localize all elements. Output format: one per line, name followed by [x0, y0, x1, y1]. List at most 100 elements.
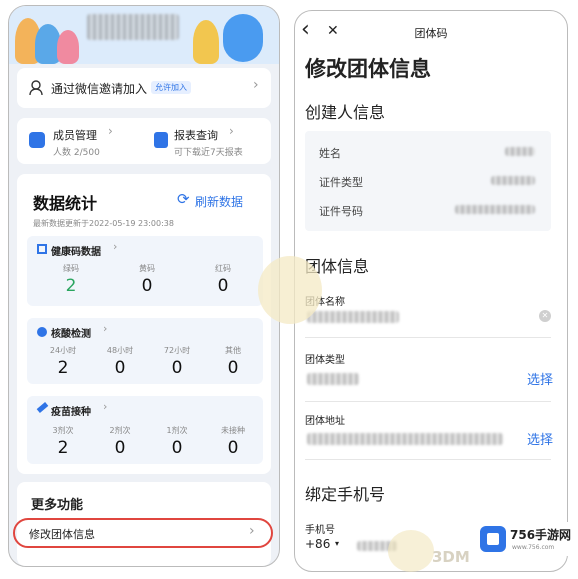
nav-title: 团体码	[414, 27, 448, 40]
nucleic-test-panel[interactable]: 核酸检测 › 24小时 2 48小时 0 72小时 0 其他 0	[27, 318, 263, 384]
edit-group-info-item[interactable]: 修改团体信息 ›	[13, 518, 273, 548]
health-code-title: 健康码数据	[51, 247, 101, 258]
refresh-data-button[interactable]: ⟳ 刷新数据	[177, 190, 263, 210]
divider	[305, 401, 551, 402]
brand-watermark: 756手游网 www.756.com	[476, 522, 576, 556]
chevron-right-icon: ›	[103, 322, 108, 335]
illustration-person-4	[193, 20, 219, 64]
syringe-icon	[36, 402, 49, 413]
phone-section-title: 绑定手机号	[305, 485, 386, 504]
stat-value: 0	[227, 358, 239, 378]
creator-id-number-label: 证件号码	[319, 205, 363, 218]
mascot-robot-icon	[223, 14, 263, 62]
team-banner	[9, 6, 279, 64]
stat-label: 未接种	[221, 426, 245, 435]
member-management-button[interactable]: 成员管理 › 人数 2/500	[17, 118, 142, 164]
stat-value: 2	[57, 358, 69, 378]
stat-label: 2剂次	[109, 426, 131, 435]
blurred-name-value	[505, 147, 535, 156]
chevron-right-icon: ›	[249, 523, 255, 539]
page-title: 修改团体信息	[305, 57, 431, 81]
group-name-input[interactable]	[307, 311, 399, 323]
data-statistics-card: 数据统计 ⟳ 刷新数据 最新数据更新于2022-05-19 23:00:38 健…	[17, 174, 271, 474]
stat-value: 0	[171, 438, 183, 458]
stat-value: 0	[114, 438, 126, 458]
stat-label: 1剂次	[166, 426, 188, 435]
stat-value: 2	[57, 438, 69, 458]
person-icon	[29, 80, 43, 96]
refresh-label: 刷新数据	[195, 195, 244, 209]
overlay-text: 3DM	[432, 548, 470, 566]
report-query-button[interactable]: 报表查询 › 可下载近7天报表	[144, 118, 271, 164]
member-management-title: 成员管理	[53, 129, 97, 142]
stats-title: 数据统计	[33, 194, 98, 213]
caret-down-icon: ▾	[335, 539, 340, 548]
chevron-right-icon: ›	[108, 124, 113, 138]
creator-section-title: 创建人信息	[305, 103, 386, 122]
creator-name-label: 姓名	[319, 147, 341, 160]
group-type-select-button[interactable]: 选择	[527, 369, 553, 388]
blurred-id-number-value	[455, 205, 535, 214]
country-code-value: +86	[305, 537, 331, 551]
right-phone-screen: ‹ ✕ 团体码 修改团体信息 创建人信息 姓名 证件类型 证件号码 团体信息 团…	[294, 10, 568, 572]
report-query-title: 报表查询	[174, 129, 218, 142]
blurred-id-type-value	[491, 176, 535, 185]
refresh-icon: ⟳	[177, 190, 190, 208]
group-type-value	[307, 373, 359, 385]
stat-value: 0	[171, 358, 183, 378]
stat-label: 其他	[225, 346, 241, 355]
stat-label: 3剂次	[52, 426, 74, 435]
management-card: 成员管理 › 人数 2/500 报表查询 › 可下载近7天报表	[17, 118, 271, 164]
stat-value: 0	[217, 276, 229, 296]
more-features-card: 更多功能 修改团体信息 ›	[13, 482, 273, 566]
mascot-watermark-icon	[388, 530, 434, 572]
divider	[305, 337, 551, 338]
left-phone-screen: 通过微信邀请加入 允许加入 › 成员管理 › 人数 2/500 报表查询 › 可…	[8, 5, 280, 567]
group-type-label: 团体类型	[305, 355, 345, 366]
clear-input-icon[interactable]: ✕	[539, 310, 551, 322]
stat-value: 0	[227, 438, 239, 458]
brand-site: www.756.com	[512, 544, 555, 551]
group-address-value	[307, 433, 503, 445]
mascot-watermark-icon	[258, 256, 322, 324]
stat-value: 2	[65, 276, 77, 296]
vaccine-title: 疫苗接种	[51, 407, 91, 418]
brand-name: 756手游网	[510, 528, 572, 542]
stat-label: 24小时	[49, 346, 77, 355]
invite-label: 通过微信邀请加入	[51, 82, 148, 96]
creator-info-box: 姓名 证件类型 证件号码	[305, 131, 551, 231]
member-count: 人数 2/500	[53, 148, 100, 158]
stat-label: 黄码	[139, 264, 155, 273]
illustration-person-3	[57, 30, 79, 64]
report-icon	[154, 132, 168, 148]
stat-value: 0	[141, 276, 153, 296]
group-address-select-button[interactable]: 选择	[527, 429, 553, 448]
stat-label: 绿码	[63, 264, 79, 273]
chevron-right-icon: ›	[229, 124, 234, 138]
health-code-panel[interactable]: 健康码数据 › 绿码 2 黄码 0 红码 0	[27, 236, 263, 306]
country-code-select[interactable]: +86 ▾	[305, 537, 349, 555]
brand-logo-icon	[480, 526, 506, 552]
stat-label: 红码	[215, 264, 231, 273]
members-icon	[29, 132, 45, 148]
more-features-title: 更多功能	[31, 498, 84, 513]
creator-id-type-label: 证件类型	[319, 176, 363, 189]
nucleic-test-title: 核酸检测	[51, 329, 91, 340]
divider	[305, 459, 551, 460]
test-tube-icon	[37, 327, 47, 337]
qr-code-icon	[37, 244, 47, 254]
stat-label: 72小时	[163, 346, 191, 355]
blurred-group-name	[87, 14, 179, 40]
stat-value: 0	[114, 358, 126, 378]
report-sub: 可下载近7天报表	[174, 148, 243, 158]
edit-group-info-label: 修改团体信息	[29, 528, 95, 541]
stat-label: 48小时	[106, 346, 134, 355]
chevron-right-icon: ›	[103, 400, 108, 413]
wechat-invite-row[interactable]: 通过微信邀请加入 允许加入 ›	[17, 68, 271, 108]
group-address-label: 团体地址	[305, 416, 345, 427]
vaccine-panel[interactable]: 疫苗接种 › 3剂次 2 2剂次 0 1剂次 0 未接种 0	[27, 396, 263, 464]
allow-join-badge: 允许加入	[151, 81, 191, 94]
last-updated: 最新数据更新于2022-05-19 23:00:38	[33, 219, 174, 228]
chevron-right-icon: ›	[253, 77, 259, 93]
chevron-right-icon: ›	[113, 240, 118, 253]
